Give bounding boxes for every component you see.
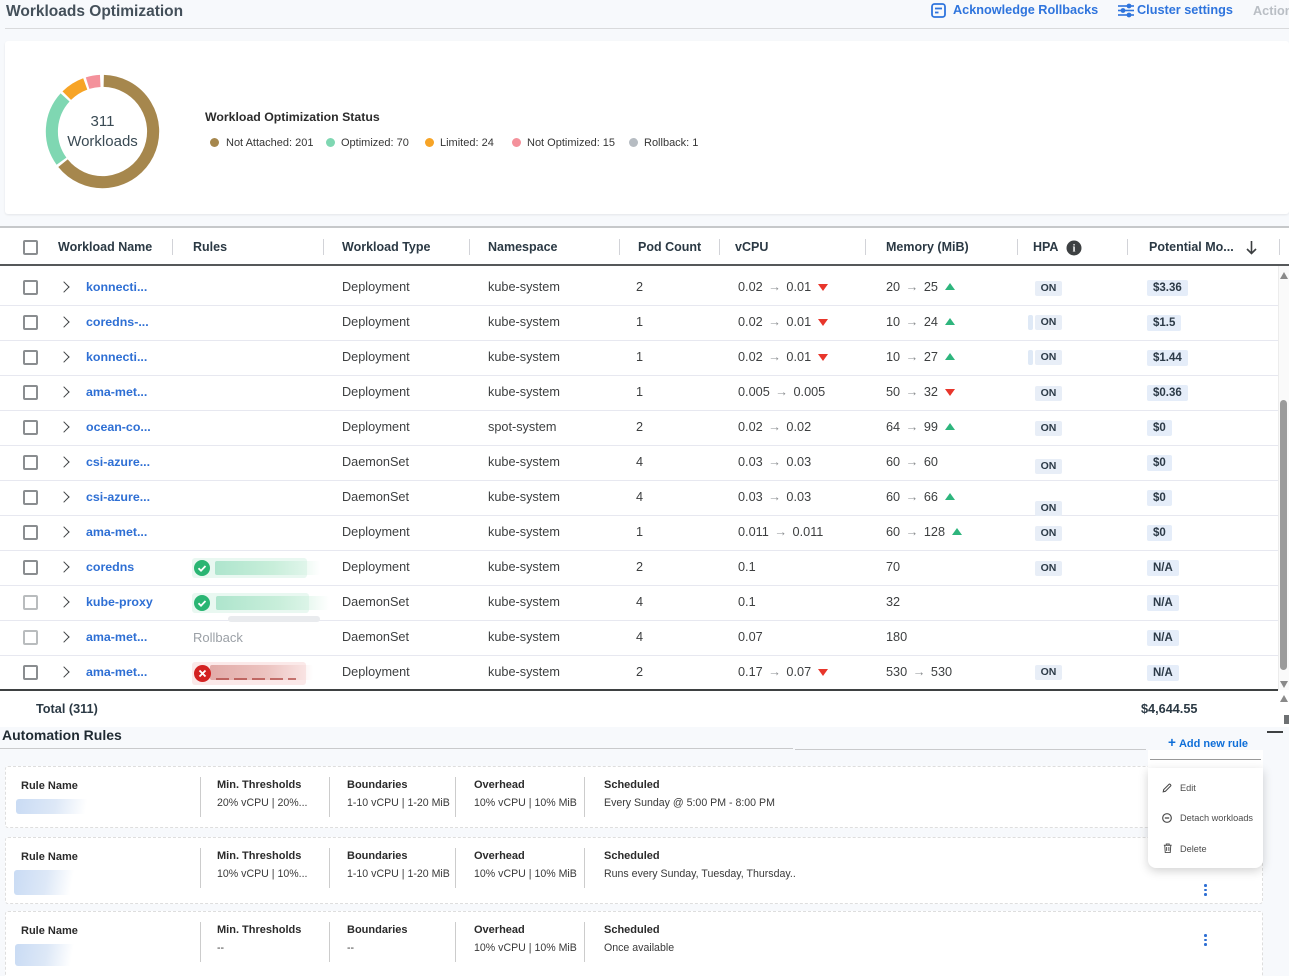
svg-text:i: i <box>1073 244 1076 255</box>
